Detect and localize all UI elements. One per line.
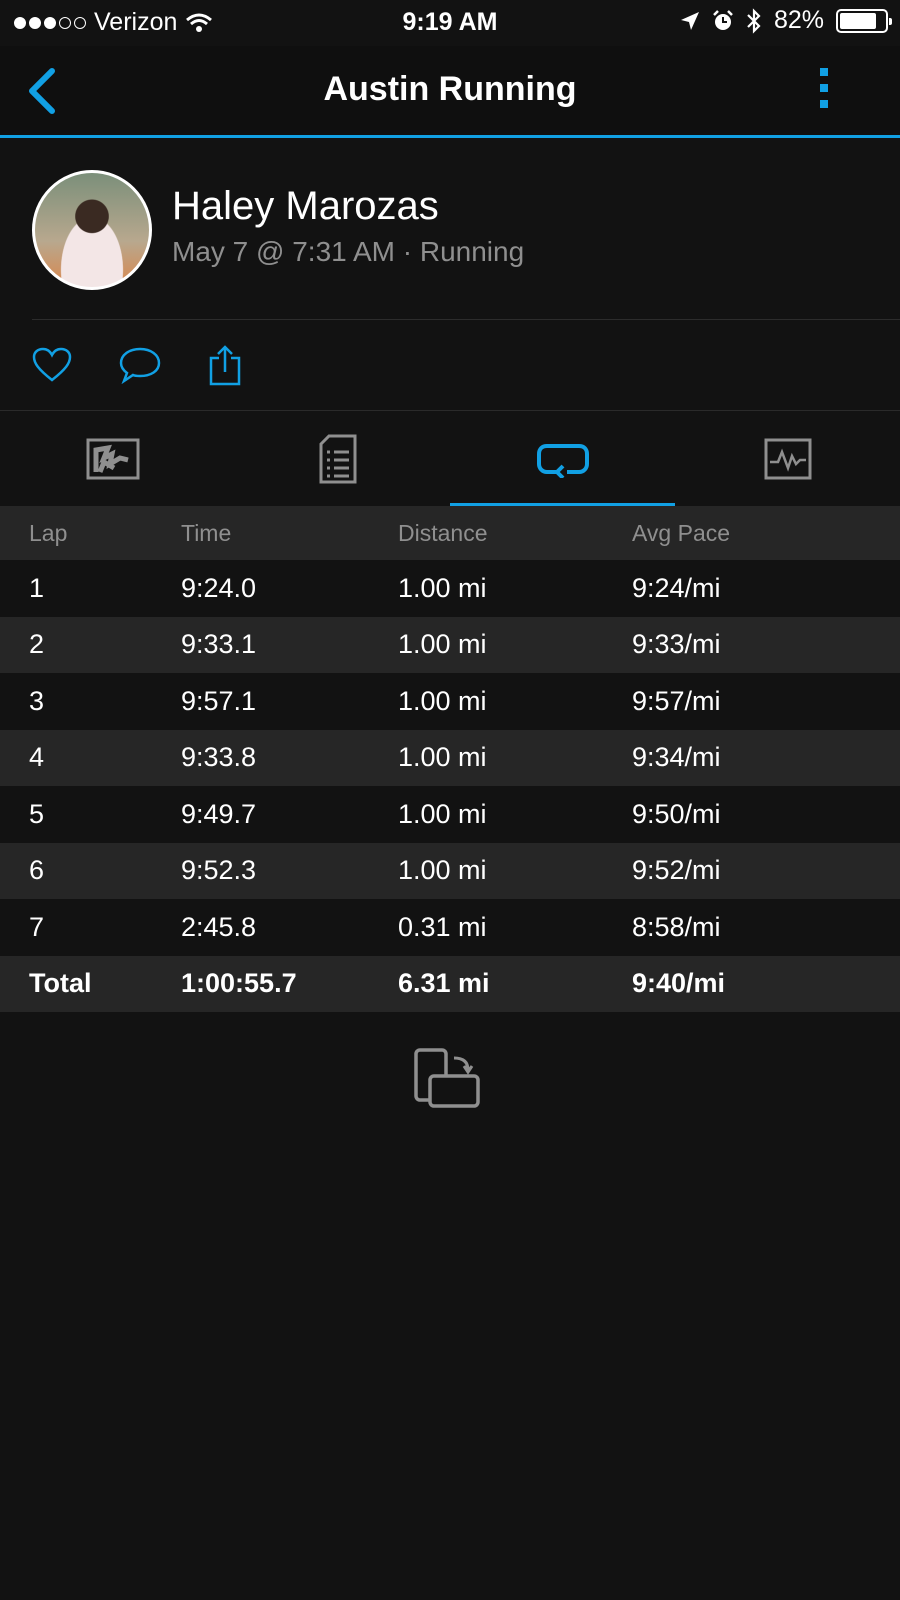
nav-bar: Austin Running xyxy=(0,46,900,138)
lap-time: 2:45.8 xyxy=(181,911,257,942)
lap-number: 5 xyxy=(29,798,45,829)
total-label: Total xyxy=(29,968,92,999)
activity-tabs xyxy=(0,410,900,507)
more-vertical-icon[interactable] xyxy=(820,68,828,108)
total-row: Total 1:00:55.7 6.31 mi 9:40/mi xyxy=(0,955,900,1012)
table-row[interactable]: 7 2:45.8 0.31 mi 8:58/mi xyxy=(0,899,900,956)
battery-icon xyxy=(836,8,892,33)
table-header: Lap Time Distance Avg Pace xyxy=(0,506,900,560)
column-header: Avg Pace xyxy=(632,519,731,546)
share-icon[interactable] xyxy=(208,344,242,386)
lap-distance: 1.00 mi xyxy=(398,855,487,886)
lap-pace: 9:34/mi xyxy=(632,742,721,773)
lap-number: 2 xyxy=(29,629,45,660)
tab-details[interactable] xyxy=(225,411,450,507)
social-actions xyxy=(32,335,242,395)
table-row[interactable]: 6 9:52.3 1.00 mi 9:52/mi xyxy=(0,842,900,899)
map-icon xyxy=(86,438,139,480)
lap-time: 9:24.0 xyxy=(181,572,257,603)
lap-pace: 8:58/mi xyxy=(632,911,721,942)
details-icon xyxy=(319,434,356,484)
tab-chart[interactable] xyxy=(675,411,900,507)
table-row[interactable]: 5 9:49.7 1.00 mi 9:50/mi xyxy=(0,786,900,843)
lap-number: 1 xyxy=(29,572,45,603)
lap-number: 4 xyxy=(29,742,45,773)
lap-distance: 1.00 mi xyxy=(398,629,487,660)
activity-meta: May 7 @ 7:31 AM · Running xyxy=(172,236,525,267)
lap-pace: 9:52/mi xyxy=(632,855,721,886)
lap-pace: 9:50/mi xyxy=(632,798,721,829)
user-name[interactable]: Haley Marozas xyxy=(172,184,439,229)
table-row[interactable]: 2 9:33.1 1.00 mi 9:33/mi xyxy=(0,616,900,673)
chart-icon xyxy=(764,438,811,480)
column-header: Time xyxy=(181,519,232,546)
page-title: Austin Running xyxy=(323,70,577,108)
lap-number: 6 xyxy=(29,855,45,886)
status-bar: Verizon 9:19 AM 82% xyxy=(0,0,900,46)
lap-time: 9:52.3 xyxy=(181,855,257,886)
lap-pace: 9:57/mi xyxy=(632,685,721,716)
tab-laps[interactable] xyxy=(450,411,675,507)
comment-icon[interactable] xyxy=(118,346,162,384)
battery-percent: 82% xyxy=(773,6,824,34)
bluetooth-icon xyxy=(747,7,761,34)
table-row[interactable]: 1 9:24.0 1.00 mi 9:24/mi xyxy=(0,560,900,617)
total-pace: 9:40/mi xyxy=(632,968,726,999)
lap-distance: 1.00 mi xyxy=(398,572,487,603)
status-right: 82% xyxy=(680,6,892,35)
lap-distance: 0.31 mi xyxy=(398,911,487,942)
lap-distance: 1.00 mi xyxy=(398,798,487,829)
alarm-icon xyxy=(713,9,733,30)
lap-number: 7 xyxy=(29,911,45,942)
total-time: 1:00:55.7 xyxy=(181,968,297,999)
lap-pace: 9:24/mi xyxy=(632,572,721,603)
rotate-device-icon[interactable] xyxy=(412,1046,482,1110)
column-header: Lap xyxy=(29,519,68,546)
lap-distance: 1.00 mi xyxy=(398,685,487,716)
lap-time: 9:33.8 xyxy=(181,742,257,773)
location-arrow-icon xyxy=(680,11,699,30)
lap-distance: 1.00 mi xyxy=(398,742,487,773)
lap-time: 9:57.1 xyxy=(181,685,257,716)
heart-icon[interactable] xyxy=(32,347,72,383)
column-header: Distance xyxy=(398,519,488,546)
table-row[interactable]: 4 9:33.8 1.00 mi 9:34/mi xyxy=(0,729,900,786)
lap-pace: 9:33/mi xyxy=(632,629,721,660)
total-distance: 6.31 mi xyxy=(398,968,490,999)
avatar[interactable] xyxy=(32,170,152,290)
lap-number: 3 xyxy=(29,685,45,716)
activity-header: Haley Marozas May 7 @ 7:31 AM · Running xyxy=(32,170,900,320)
laps-icon xyxy=(536,444,589,478)
table-row[interactable]: 3 9:57.1 1.00 mi 9:57/mi xyxy=(0,673,900,730)
laps-table: Lap Time Distance Avg Pace 1 9:24.0 1.00… xyxy=(0,506,900,1012)
lap-time: 9:33.1 xyxy=(181,629,257,660)
tab-map[interactable] xyxy=(0,411,225,507)
lap-time: 9:49.7 xyxy=(181,798,257,829)
